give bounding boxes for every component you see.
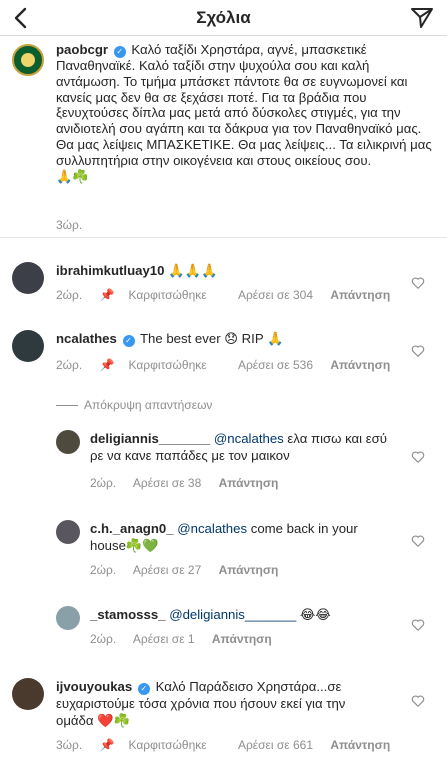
comment-text-block: ibrahimkutluay10 🙏🙏🙏 xyxy=(56,262,396,279)
pinned-label: Καρφιτσώθηκε xyxy=(128,288,207,302)
comment-text: The best ever 😞 RIP 🙏 xyxy=(139,331,284,346)
reply-username[interactable]: c.h._anagn0_ xyxy=(90,521,174,536)
heart-outline-icon[interactable] xyxy=(411,694,425,708)
hide-replies-button[interactable]: Απόκρυψη απαντήσεων xyxy=(84,398,212,412)
reply-time: 2ώρ. xyxy=(90,476,117,490)
avatar[interactable] xyxy=(12,44,44,76)
likes-count[interactable]: Αρέσει σε 27 xyxy=(133,563,201,577)
reply-mention[interactable]: @ncalathes xyxy=(214,431,284,446)
heart-outline-icon[interactable] xyxy=(411,344,425,358)
reply-username[interactable]: _stamosss_ xyxy=(90,607,166,622)
comment-username[interactable]: ibrahimkutluay10 xyxy=(56,263,164,278)
caption-username[interactable]: paobcgr xyxy=(56,42,108,57)
comment-text-block: ijvouyoukas ✓ Καλό Παράδεισο Χρηστάρα...… xyxy=(56,678,386,729)
reply-meta: 2ώρ. Αρέσει σε 27 Απάντηση xyxy=(90,563,292,577)
reply-button[interactable]: Απάντηση xyxy=(330,358,390,372)
post-caption: paobcgr ✓ Καλό ταξίδι Χρηστάρα, αγνέ, μπ… xyxy=(0,42,447,238)
avatar[interactable] xyxy=(12,330,44,362)
reply-mention[interactable]: @ncalathes xyxy=(177,521,247,536)
comment-time: 2ώρ. xyxy=(56,288,83,302)
comment-time: 3ώρ. xyxy=(56,738,83,752)
likes-count[interactable]: Αρέσει σε 1 xyxy=(133,632,195,646)
header-bar: Σχόλια xyxy=(0,0,447,36)
reply-mention[interactable]: @deligiannis_______ xyxy=(169,607,296,622)
page-title: Σχόλια xyxy=(196,8,251,27)
comment-meta: 2ώρ. 📌 Καρφιτσώθηκε Αρέσει σε 536 Απάντησ… xyxy=(56,358,404,372)
pin-icon: 📌 xyxy=(99,738,115,752)
reply-button[interactable]: Απάντηση xyxy=(330,738,390,752)
avatar[interactable] xyxy=(56,520,80,544)
verified-badge-icon: ✓ xyxy=(113,46,126,58)
reply-button[interactable]: Απάντηση xyxy=(330,288,390,302)
caption-text: Καλό ταξίδι Χρηστάρα, αγνέ, μπασκετικέ Π… xyxy=(56,42,432,168)
comment-text-block: ncalathes ✓ The best ever 😞 RIP 🙏 xyxy=(56,330,396,347)
verified-badge-icon: ✓ xyxy=(137,683,150,695)
pin-icon: 📌 xyxy=(99,358,115,372)
likes-count[interactable]: Αρέσει σε 38 xyxy=(133,476,201,490)
pinned-label: Καρφιτσώθηκε xyxy=(128,738,207,752)
reply-meta: 2ώρ. Αρέσει σε 38 Απάντηση xyxy=(90,476,292,490)
reply-username[interactable]: deligiannis_______ xyxy=(90,431,210,446)
avatar[interactable] xyxy=(12,678,44,710)
likes-count[interactable]: Αρέσει σε 304 xyxy=(238,288,313,302)
caption-emoji: 🙏☘️ xyxy=(56,168,89,184)
heart-outline-icon[interactable] xyxy=(411,618,425,632)
divider xyxy=(56,405,78,406)
likes-count[interactable]: Αρέσει σε 536 xyxy=(238,358,313,372)
reply-text-block: _stamosss_ @deligiannis_______ 😂😂 xyxy=(90,606,410,623)
reply-meta: 2ώρ. Αρέσει σε 1 Απάντηση xyxy=(90,632,286,646)
caption-time: 3ώρ. xyxy=(56,218,83,232)
caption-text-block: paobcgr ✓ Καλό ταξίδι Χρηστάρα, αγνέ, μπ… xyxy=(56,42,436,184)
heart-outline-icon[interactable] xyxy=(411,450,425,464)
reply-text-block: deligiannis_______ @ncalathes ελα πισω κ… xyxy=(90,430,400,464)
reply-text-block: c.h._anagn0_ @ncalathes come back in you… xyxy=(90,520,390,554)
comment-time: 2ώρ. xyxy=(56,358,83,372)
comment-meta: 2ώρ. 📌 Καρφιτσώθηκε Αρέσει σε 304 Απάντησ… xyxy=(56,288,404,302)
paper-plane-icon[interactable] xyxy=(409,5,435,31)
reply-button[interactable]: Απάντηση xyxy=(219,476,279,490)
heart-outline-icon[interactable] xyxy=(411,534,425,548)
reply-time: 2ώρ. xyxy=(90,563,117,577)
heart-outline-icon[interactable] xyxy=(411,276,425,290)
reply-button[interactable]: Απάντηση xyxy=(219,563,279,577)
comment-text: 🙏🙏🙏 xyxy=(168,263,218,278)
avatar[interactable] xyxy=(12,262,44,294)
comment-username[interactable]: ijvouyoukas xyxy=(56,679,132,694)
verified-badge-icon: ✓ xyxy=(122,335,135,347)
pin-icon: 📌 xyxy=(99,288,115,302)
avatar[interactable] xyxy=(56,606,80,630)
reply-button[interactable]: Απάντηση xyxy=(212,632,272,646)
likes-count[interactable]: Αρέσει σε 661 xyxy=(238,738,313,752)
comment-username[interactable]: ncalathes xyxy=(56,331,117,346)
avatar[interactable] xyxy=(56,430,80,454)
reply-time: 2ώρ. xyxy=(90,632,117,646)
reply-text: 😂😂 xyxy=(299,607,331,622)
pinned-label: Καρφιτσώθηκε xyxy=(128,358,207,372)
comment-meta: 3ώρ. 📌 Καρφιτσώθηκε Αρέσει σε 661 Απάντησ… xyxy=(56,738,404,752)
